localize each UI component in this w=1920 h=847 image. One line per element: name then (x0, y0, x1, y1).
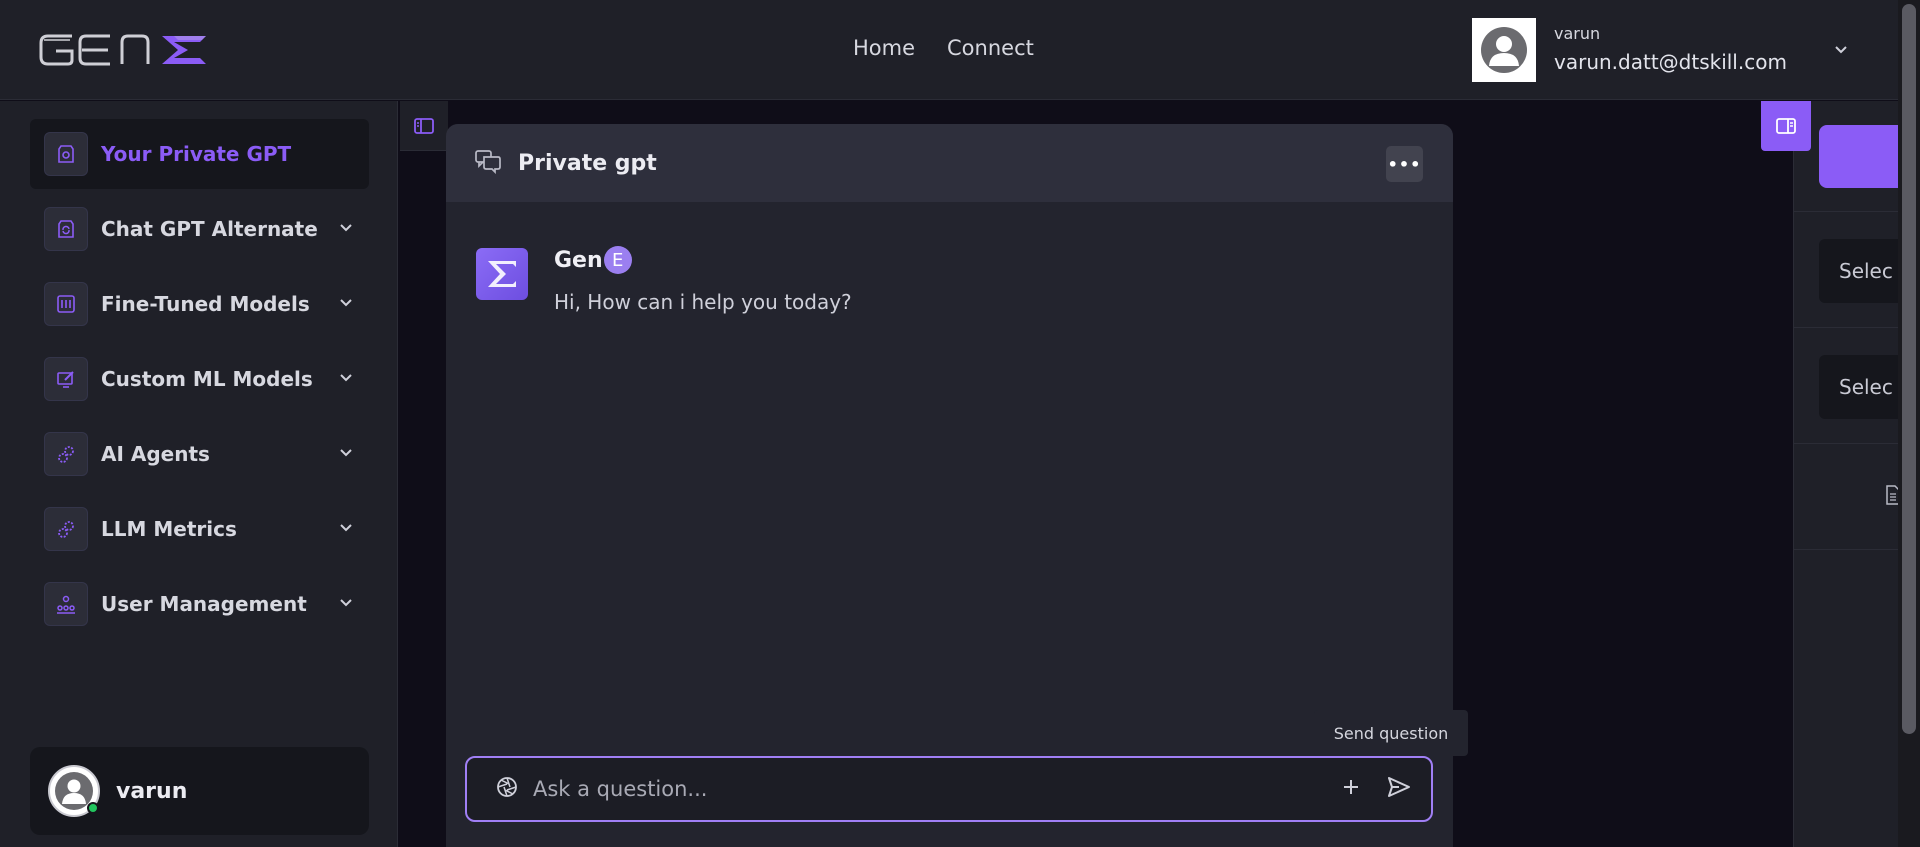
sidebar-item-user-management[interactable]: User Management (30, 569, 369, 639)
bot-name: Gen E (554, 246, 632, 274)
profile-avatar (1472, 18, 1536, 82)
chevron-down-icon[interactable] (1832, 40, 1850, 62)
add-attachment-icon[interactable] (1341, 777, 1361, 801)
right-panel: Selec Selec (1793, 101, 1909, 847)
refresh-icon (44, 207, 88, 251)
chat-input-bar (465, 756, 1433, 822)
divider (1794, 211, 1899, 212)
main-nav: Home Connect (853, 36, 1034, 60)
send-icon[interactable] (1387, 776, 1411, 802)
sidebar-user-name: varun (116, 778, 188, 804)
right-panel-select-1[interactable]: Selec (1819, 239, 1909, 303)
chevron-down-icon[interactable] (337, 593, 355, 615)
sidebar-item-custom-ml-models[interactable]: Custom ML Models (30, 344, 369, 414)
sidebar-item-fine-tuned-models[interactable]: Fine-Tuned Models (30, 269, 369, 339)
edit-monitor-icon (44, 357, 88, 401)
chat-header: Private gpt ••• (446, 124, 1453, 202)
top-header: Home Connect varun varun.datt@dtskill.co… (0, 0, 1898, 100)
bot-message-text: Hi, How can i help you today? (554, 290, 852, 314)
chat-bubbles-icon (474, 148, 502, 178)
right-panel-primary-button[interactable] (1819, 125, 1909, 188)
sidebar-item-label: LLM Metrics (101, 517, 237, 541)
sidebar-toggle-button[interactable] (400, 101, 448, 151)
sidebar-item-label: AI Agents (101, 442, 210, 466)
sidebar-item-ai-agents[interactable]: AI Agents (30, 419, 369, 489)
profile-username: varun (1554, 24, 1601, 43)
chevron-down-icon[interactable] (337, 368, 355, 390)
page-scrollbar[interactable] (1898, 0, 1920, 847)
avatar (48, 765, 100, 817)
sidebar: Your Private GPT Chat GPT Alternate Fine… (0, 101, 398, 847)
nav-home-link[interactable]: Home (853, 36, 915, 60)
sidebar-item-label: Your Private GPT (101, 142, 292, 166)
divider (1794, 443, 1899, 444)
chevron-down-icon[interactable] (337, 443, 355, 465)
sidebar-item-llm-metrics[interactable]: LLM Metrics (30, 494, 369, 564)
profile-email: varun.datt@dtskill.com (1554, 50, 1787, 74)
chevron-down-icon[interactable] (337, 293, 355, 315)
sidebar-toggle-icon (414, 117, 434, 134)
user-avatar-icon (1481, 27, 1527, 73)
users-icon (44, 582, 88, 626)
sidebar-item-label: Fine-Tuned Models (101, 292, 310, 316)
chat-panel: Private gpt ••• Gen E Hi, How can i help … (446, 124, 1453, 847)
profile-menu[interactable]: varun varun.datt@dtskill.com (1472, 18, 1870, 82)
bot-name-badge: E (603, 246, 632, 274)
sidebar-user-card[interactable]: varun (30, 747, 369, 835)
nav-connect-link[interactable]: Connect (947, 36, 1034, 60)
more-options-button[interactable]: ••• (1386, 146, 1423, 182)
bot-avatar (476, 248, 528, 300)
right-panel-select-2[interactable]: Selec (1819, 355, 1909, 419)
send-question-tooltip: Send question (1314, 710, 1468, 756)
sidebar-item-label: Custom ML Models (101, 367, 313, 391)
chevron-down-icon[interactable] (337, 518, 355, 540)
chevron-down-icon[interactable] (337, 218, 355, 240)
panel-toggle-icon (1776, 118, 1796, 134)
shield-icon (44, 132, 88, 176)
sidebar-item-private-gpt[interactable]: Your Private GPT (30, 119, 369, 189)
more-icon: ••• (1387, 154, 1422, 174)
sidebar-item-chat-gpt-alternate[interactable]: Chat GPT Alternate (30, 194, 369, 264)
sigma-logo-icon (488, 261, 516, 287)
online-status-dot (87, 802, 99, 814)
bot-name-prefix: Gen (554, 247, 603, 273)
sidebar-item-label: User Management (101, 592, 307, 616)
divider (1794, 327, 1899, 328)
gene-logo[interactable] (38, 28, 213, 72)
aperture-icon[interactable] (495, 775, 519, 803)
sidebar-item-label: Chat GPT Alternate (101, 217, 318, 241)
question-input[interactable] (533, 777, 1341, 801)
divider (1794, 549, 1899, 550)
gears-icon (44, 507, 88, 551)
chat-title: Private gpt (518, 150, 657, 176)
right-panel-toggle-button[interactable] (1761, 101, 1811, 151)
gears-icon (44, 432, 88, 476)
sliders-icon (44, 282, 88, 326)
scrollbar-thumb[interactable] (1902, 4, 1916, 734)
